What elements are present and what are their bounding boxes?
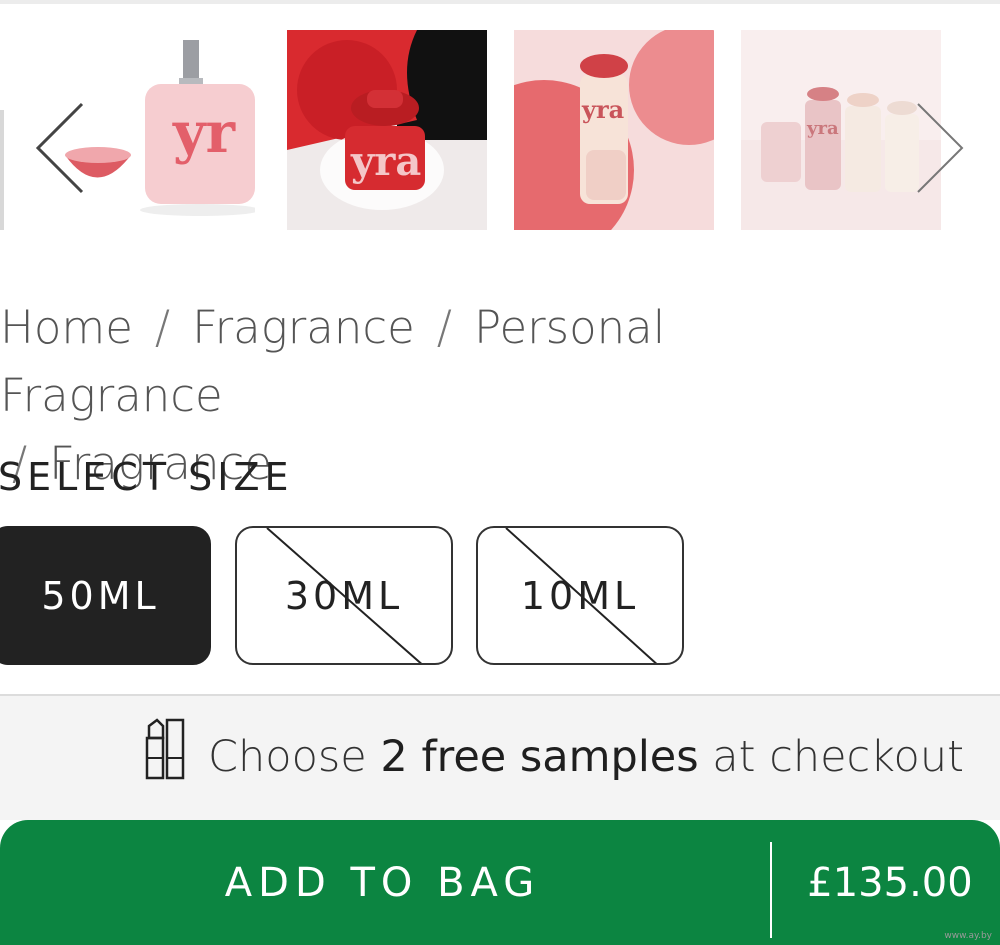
samples-lipstick-icon [145, 718, 185, 780]
select-size-heading: SELECT SIZE [0, 455, 294, 499]
free-samples-text: Choose 2 free samples at checkout [208, 732, 964, 782]
svg-text:yra: yra [581, 95, 624, 124]
perfume-held-by-hands-thumbnail: yra [514, 30, 714, 230]
free-samples-banner: Choose 2 free samples at checkout [0, 696, 1000, 820]
top-divider [0, 0, 1000, 4]
breadcrumb-home[interactable]: Home [0, 301, 133, 354]
carousel-prev-button[interactable] [30, 100, 90, 200]
thumbnail-2[interactable]: yra [287, 30, 487, 230]
price-label: £135.00 [807, 860, 973, 906]
add-to-bag-divider [770, 842, 772, 938]
breadcrumb-fragrance[interactable]: Fragrance [192, 301, 415, 354]
carousel-next-button[interactable] [910, 100, 970, 200]
watermark: www.ay.by [944, 931, 992, 941]
samples-text-after: at checkout [698, 732, 964, 782]
red-perfume-closeup-thumbnail: yra [287, 30, 487, 230]
chevron-left-icon [35, 102, 84, 194]
samples-text-bold: 2 free samples [380, 732, 699, 782]
size-option-label: 30ML [284, 573, 404, 618]
svg-text:yr: yr [172, 100, 237, 166]
size-option-label: 10ML [520, 573, 640, 618]
size-option-label: 50ML [41, 573, 160, 618]
previous-thumbnail-edge [0, 110, 4, 230]
breadcrumb-separator: / [436, 301, 452, 354]
add-to-bag-button[interactable]: ADD TO BAG £135.00 [0, 820, 1000, 945]
size-option-50ml[interactable]: 50ML [0, 526, 211, 665]
thumbnail-3[interactable]: yra [514, 30, 714, 230]
size-option-30ml[interactable]: 30ML [235, 526, 453, 665]
svg-text:yra: yra [350, 138, 421, 185]
size-option-10ml[interactable]: 10ML [476, 526, 684, 665]
image-carousel: yr yra yra yra [0, 20, 1000, 240]
chevron-right-icon [917, 103, 964, 193]
samples-text-before: Choose [208, 732, 381, 782]
breadcrumb-separator: / [154, 301, 171, 354]
add-to-bag-label: ADD TO BAG [224, 860, 541, 906]
